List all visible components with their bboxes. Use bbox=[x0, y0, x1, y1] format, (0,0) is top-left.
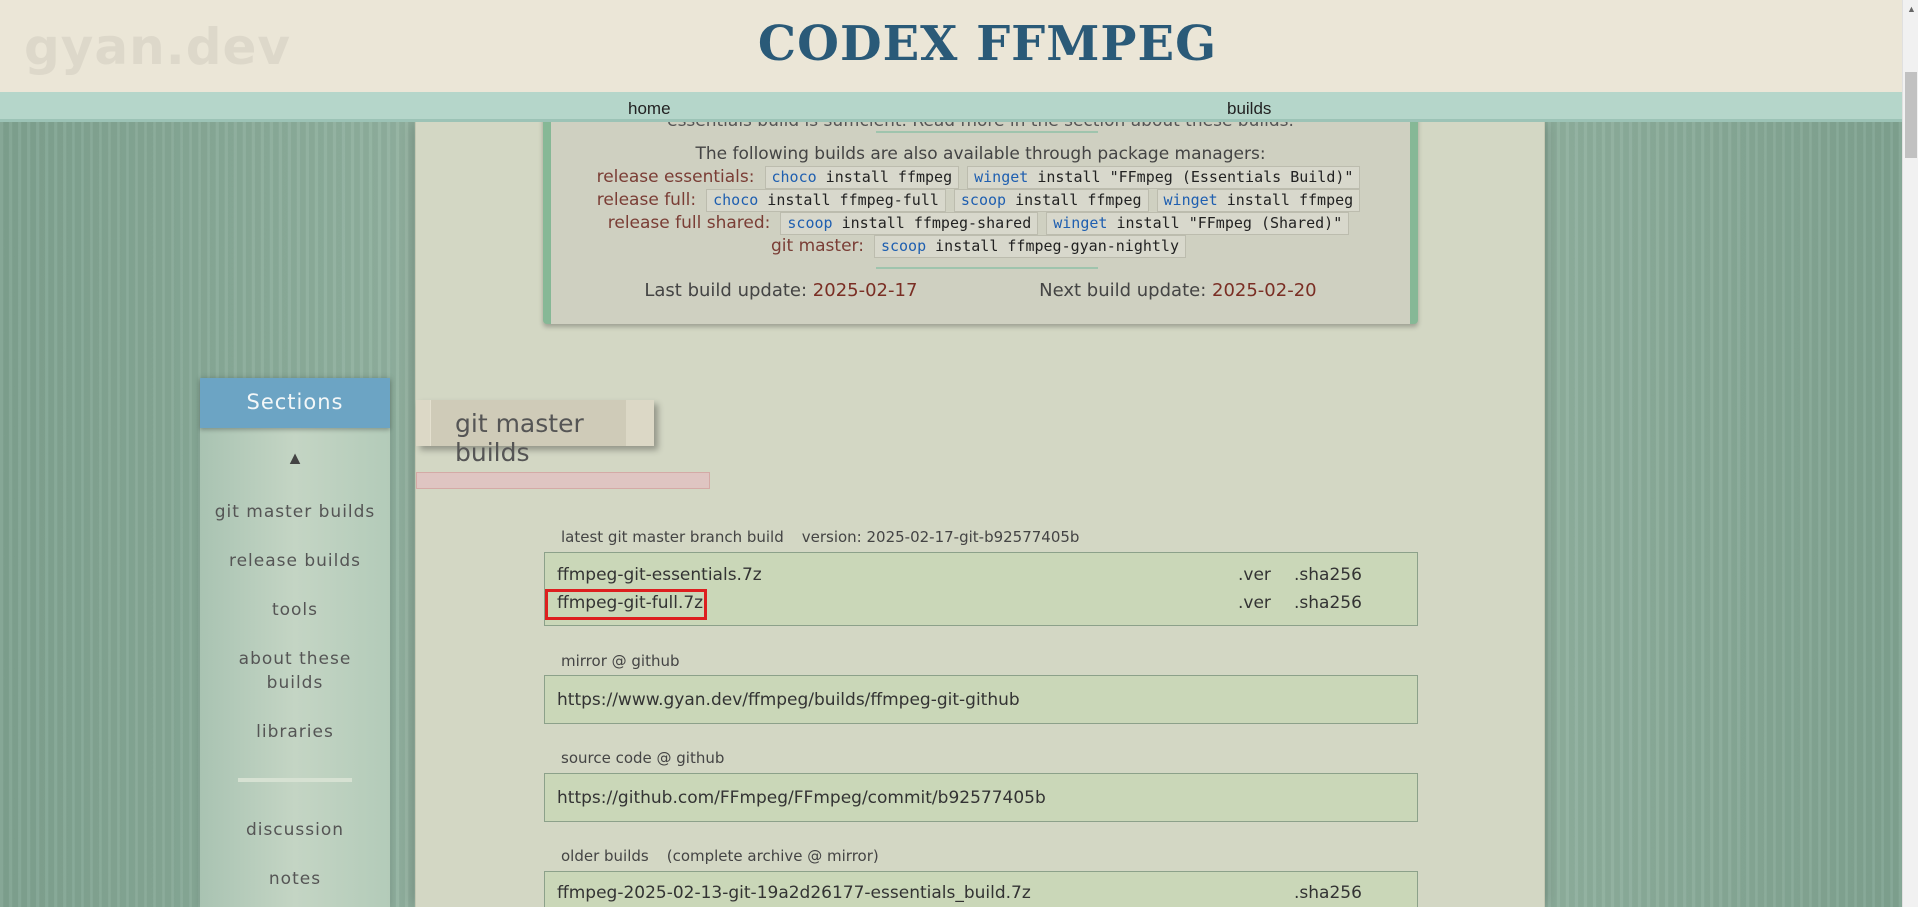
package-manager-name: winget bbox=[974, 168, 1029, 186]
install-command[interactable]: scoop install ffmpeg-shared bbox=[780, 212, 1039, 235]
install-command[interactable]: scoop install ffmpeg-gyan-nightly bbox=[873, 235, 1186, 258]
section-accent-bar bbox=[416, 472, 710, 489]
file-row: ffmpeg-git-full.7z .ver .sha256 bbox=[557, 593, 1407, 617]
install-command[interactable]: winget install "FFmpeg (Shared)" bbox=[1046, 212, 1350, 235]
package-manager-name: scoop bbox=[787, 214, 833, 232]
package-manager-name: scoop bbox=[960, 191, 1007, 209]
package-manager-row-label: release full shared: bbox=[607, 213, 771, 233]
command-args: install ffmpeg-full bbox=[758, 191, 939, 209]
last-build-update: Last build update: 2025-02-17 bbox=[644, 280, 917, 301]
nav-link-builds[interactable]: builds bbox=[1227, 99, 1271, 119]
info-box: essentials build is sufficient. Read mor… bbox=[543, 111, 1418, 324]
package-manager-name: winget bbox=[1163, 191, 1218, 209]
nav-link-home[interactable]: home bbox=[628, 99, 671, 119]
install-command[interactable]: scoop install ffmpeg bbox=[953, 189, 1149, 212]
mirror-label: mirror @ github bbox=[561, 652, 680, 670]
sidebar-item-git-master-builds[interactable]: git master builds bbox=[200, 500, 390, 524]
command-args: install "FFmpeg (Essentials Build)" bbox=[1028, 168, 1354, 186]
older-builds-label: older builds (complete archive @ mirror) bbox=[561, 847, 879, 865]
older-builds-files: ffmpeg-2025-02-13-git-19a2d26177-essenti… bbox=[544, 871, 1418, 907]
source-box: https://github.com/FFmpeg/FFmpeg/commit/… bbox=[544, 773, 1418, 822]
divider bbox=[876, 267, 1098, 269]
sidebar-item-release-builds[interactable]: release builds bbox=[200, 549, 390, 573]
install-command[interactable]: choco install ffmpeg bbox=[764, 166, 960, 189]
package-manager-name: choco bbox=[713, 191, 759, 209]
sidebar-item-discussion[interactable]: discussion bbox=[200, 818, 390, 842]
file-row: ffmpeg-2025-02-13-git-19a2d26177-essenti… bbox=[557, 883, 1407, 907]
command-args: install "FFmpeg (Shared)" bbox=[1107, 214, 1343, 232]
site-header: gyan.dev CODEX FFMPEG bbox=[0, 0, 1902, 92]
sidebar-item-about-these-builds[interactable]: about these builds bbox=[200, 647, 390, 695]
latest-build-label: latest git master branch build version: 2… bbox=[561, 528, 1097, 546]
package-manager-name: choco bbox=[771, 168, 817, 186]
divider bbox=[876, 131, 1098, 133]
last-update-date: 2025-02-17 bbox=[812, 280, 918, 301]
sidebar-title: Sections bbox=[200, 378, 390, 428]
sha256-link[interactable]: .sha256 bbox=[1294, 883, 1362, 903]
package-manager-name: winget bbox=[1053, 214, 1108, 232]
navbar: home builds bbox=[0, 92, 1902, 122]
sections-sidebar: Sections ▲ git master builds release bui… bbox=[200, 378, 390, 907]
command-args: install ffmpeg bbox=[816, 168, 953, 186]
install-command[interactable]: winget install "FFmpeg (Essentials Build… bbox=[967, 166, 1361, 189]
install-command[interactable]: winget install ffmpeg bbox=[1156, 189, 1361, 212]
sidebar-item-tools[interactable]: tools bbox=[200, 598, 390, 622]
sha256-link[interactable]: .sha256 bbox=[1294, 593, 1362, 613]
older-builds-title: older builds bbox=[561, 847, 649, 865]
package-manager-name: scoop bbox=[880, 237, 927, 255]
main-content: essentials build is sufficient. Read mor… bbox=[415, 111, 1545, 907]
package-manager-row-label: release essentials: bbox=[596, 167, 755, 187]
source-label: source code @ github bbox=[561, 749, 725, 767]
archive-mirror-link[interactable]: (complete archive @ mirror) bbox=[667, 847, 879, 865]
ver-link[interactable]: .ver bbox=[1238, 565, 1271, 585]
install-command[interactable]: choco install ffmpeg-full bbox=[706, 189, 946, 212]
mirror-link[interactable]: https://www.gyan.dev/ffmpeg/builds/ffmpe… bbox=[557, 690, 1020, 710]
scroll-thumb[interactable] bbox=[1905, 72, 1917, 158]
latest-build-version: version: 2025-02-17-git-b92577405b bbox=[801, 528, 1080, 546]
latest-build-files: ffmpeg-git-essentials.7z .ver .sha256 ff… bbox=[544, 552, 1418, 626]
file-link-older[interactable]: ffmpeg-2025-02-13-git-19a2d26177-essenti… bbox=[557, 883, 1031, 903]
sha256-link[interactable]: .sha256 bbox=[1294, 565, 1362, 585]
scroll-up-icon[interactable]: ▲ bbox=[200, 448, 390, 469]
latest-build-title: latest git master branch build bbox=[561, 528, 784, 546]
section-heading: git master builds bbox=[430, 400, 626, 467]
package-manager-row: release essentials: choco install ffmpeg w… bbox=[551, 166, 1410, 189]
sidebar-divider bbox=[238, 778, 352, 782]
file-link-essentials[interactable]: ffmpeg-git-essentials.7z bbox=[557, 565, 762, 585]
package-managers-intro: The following builds are also available … bbox=[695, 144, 1266, 164]
page-scrollbar[interactable]: ▲ bbox=[1902, 0, 1918, 907]
package-manager-row: release full: choco install ffmpeg-full sc… bbox=[551, 189, 1410, 212]
source-link[interactable]: https://github.com/FFmpeg/FFmpeg/commit/… bbox=[557, 788, 1046, 808]
mirror-box: https://www.gyan.dev/ffmpeg/builds/ffmpe… bbox=[544, 675, 1418, 724]
next-update-date: 2025-02-20 bbox=[1212, 280, 1317, 301]
site-title: CODEX FFMPEG bbox=[757, 16, 1218, 72]
package-manager-row: release full shared: scoop install ffmpeg… bbox=[551, 212, 1410, 235]
last-update-label: Last build update: bbox=[644, 280, 808, 301]
sidebar-item-notes[interactable]: notes bbox=[200, 867, 390, 891]
next-build-update: Next build update: 2025-02-20 bbox=[1039, 280, 1316, 301]
command-args: install ffmpeg bbox=[1006, 191, 1142, 209]
build-updates: Last build update: 2025-02-17 Next build… bbox=[551, 280, 1410, 301]
package-manager-row-label: release full: bbox=[596, 190, 697, 210]
section-heading-tab: git master builds bbox=[416, 400, 654, 467]
file-link-full[interactable]: ffmpeg-git-full.7z bbox=[557, 593, 703, 613]
next-update-label: Next build update: bbox=[1039, 280, 1207, 301]
package-manager-row: git master: scoop install ffmpeg-gyan-nig… bbox=[551, 235, 1410, 258]
file-row: ffmpeg-git-essentials.7z .ver .sha256 bbox=[557, 565, 1407, 589]
scroll-up-arrow-icon[interactable]: ▲ bbox=[1907, 4, 1916, 14]
command-args: install ffmpeg-shared bbox=[832, 214, 1032, 232]
command-args: install ffmpeg-gyan-nightly bbox=[926, 237, 1179, 255]
package-manager-row-label: git master: bbox=[771, 236, 864, 256]
command-args: install ffmpeg bbox=[1217, 191, 1354, 209]
sidebar-item-libraries[interactable]: libraries bbox=[200, 720, 390, 744]
ver-link[interactable]: .ver bbox=[1238, 593, 1271, 613]
